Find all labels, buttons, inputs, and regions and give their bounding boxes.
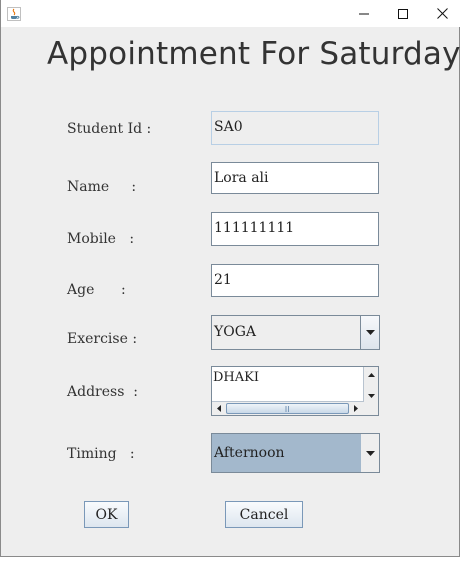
chevron-down-icon [365, 450, 375, 456]
arrow-up-icon [367, 372, 375, 377]
java-app-icon [7, 6, 21, 21]
arrow-right-icon [354, 405, 358, 412]
student-id-value: SA0 [214, 119, 243, 135]
age-label: Age : [67, 282, 126, 298]
student-id-field: SA0 [211, 111, 379, 145]
age-value: 21 [214, 272, 232, 288]
grip-icon [285, 405, 289, 412]
name-value: Lora ali [214, 170, 269, 186]
arrow-down-icon [367, 393, 375, 398]
exercise-value: YOGA [214, 324, 257, 340]
timing-dropdown-button[interactable] [361, 434, 379, 472]
exercise-dropdown-button[interactable] [360, 316, 379, 349]
ok-button[interactable]: OK [84, 501, 129, 528]
scroll-down-button[interactable] [365, 390, 377, 401]
mobile-value: 111111111 [214, 220, 295, 236]
age-field[interactable]: 21 [211, 264, 379, 297]
dialog-window: Appointment For Saturday Student Id : SA… [0, 0, 461, 557]
cancel-button[interactable]: Cancel [225, 501, 303, 528]
chevron-down-icon [365, 330, 375, 335]
scroll-up-button[interactable] [365, 369, 377, 380]
mobile-field[interactable]: 111111111 [211, 212, 379, 246]
maximize-icon [398, 8, 408, 19]
address-label: Address : [67, 384, 138, 400]
address-vertical-scrollbar[interactable] [363, 367, 378, 403]
name-field[interactable]: Lora ali [211, 162, 379, 194]
minimize-button[interactable] [344, 0, 384, 27]
maximize-button[interactable] [383, 0, 423, 27]
address-value: DHAKI [213, 370, 259, 385]
arrow-left-icon [217, 405, 221, 412]
name-label: Name : [67, 179, 137, 195]
timing-value: Afternoon [214, 445, 285, 461]
close-button[interactable] [422, 0, 461, 27]
title-bar [1, 0, 461, 27]
timing-label: Timing : [67, 446, 135, 462]
exercise-combobox[interactable]: YOGA [211, 315, 380, 350]
scroll-corner [364, 402, 378, 415]
horizontal-scroll-thumb[interactable] [226, 403, 349, 414]
scroll-right-button[interactable] [350, 403, 362, 414]
mobile-label: Mobile : [67, 231, 135, 247]
address-horizontal-scrollbar[interactable] [212, 401, 364, 415]
exercise-label: Exercise : [67, 331, 138, 347]
scroll-left-button[interactable] [213, 403, 225, 414]
timing-combobox[interactable]: Afternoon [211, 433, 380, 473]
page-title: Appointment For Saturday [47, 36, 461, 72]
address-textarea[interactable]: DHAKI [211, 366, 379, 416]
close-icon [436, 8, 448, 19]
student-id-label: Student Id : [67, 121, 152, 137]
minimize-icon [359, 13, 369, 14]
